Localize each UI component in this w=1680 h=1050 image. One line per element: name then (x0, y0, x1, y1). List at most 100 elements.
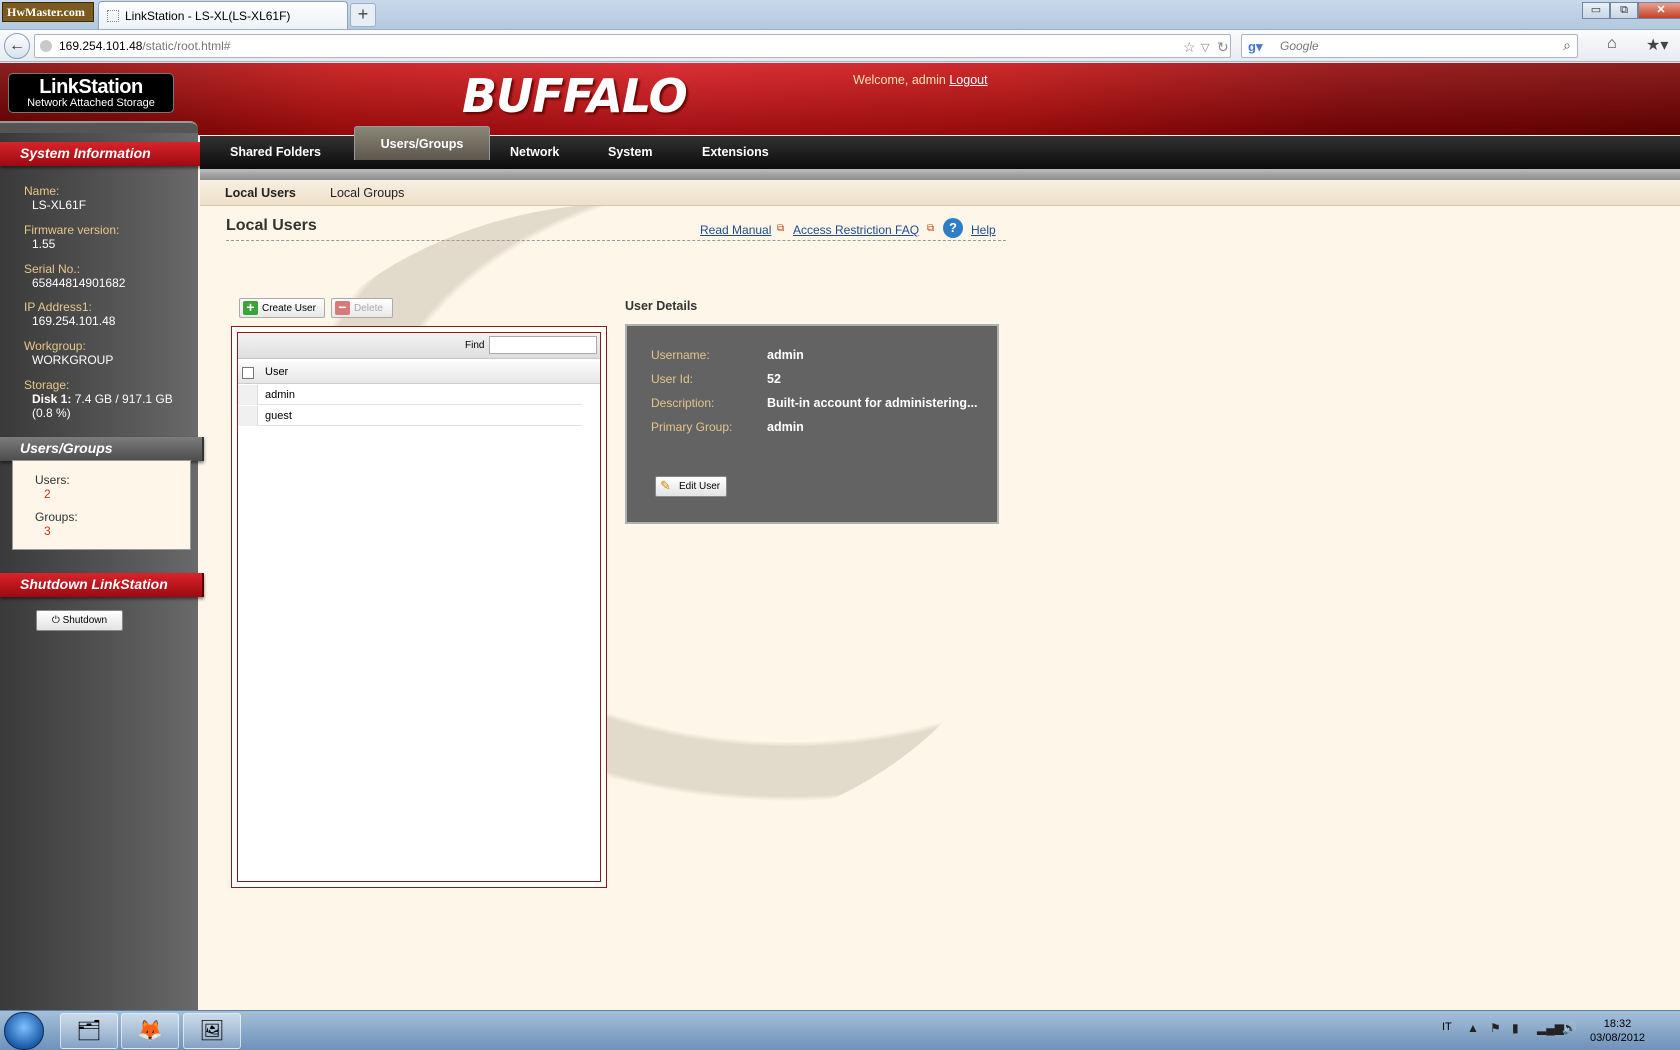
system-information-heading: System Information (0, 142, 204, 166)
table-row[interactable]: guest (238, 406, 582, 426)
users-grid-frame: Find User admin guest (231, 326, 607, 888)
hwmaster-badge: HwMaster.com (2, 2, 94, 22)
edit-user-button[interactable]: ✎ Edit User (655, 476, 727, 497)
delete-label: Delete (354, 303, 383, 314)
new-tab-button[interactable]: + (350, 3, 376, 27)
power-icon: ⏻ (51, 615, 60, 626)
screenshot-app-icon[interactable]: 🖼 (183, 1013, 241, 1049)
users-count: 2 (44, 487, 51, 501)
close-window-button[interactable]: ✕ (1638, 2, 1680, 19)
column-header-user[interactable]: User (265, 366, 288, 378)
groups-label: Groups: (35, 510, 78, 524)
users-grid: Find User admin guest (237, 332, 601, 882)
search-placeholder: Google (1280, 39, 1319, 53)
clock[interactable]: 18:32 03/08/2012 (1590, 1017, 1645, 1045)
tab-system[interactable]: System (608, 145, 652, 159)
storage-label: Storage: (24, 378, 70, 392)
users-label: Users: (35, 473, 70, 487)
description-label: Description: (651, 396, 715, 410)
clock-time: 18:32 (1603, 1018, 1632, 1030)
url-host: 169.254.101.48 (59, 39, 143, 53)
page-title: Local Users (226, 217, 317, 234)
logout-link[interactable]: Logout (949, 73, 987, 87)
primary-group-value: admin (767, 420, 804, 434)
help-icon[interactable]: ? (943, 218, 963, 238)
tab-users-groups[interactable]: Users/Groups (354, 126, 490, 160)
users-groups-heading: Users/Groups (0, 437, 204, 461)
find-label: Find (465, 340, 485, 351)
history-dropdown-icon[interactable]: ▽ (1201, 41, 1209, 54)
navigation-bar: ← 169.254.101.48/static/root.html# ☆ ▽ ↻… (0, 30, 1680, 62)
bookmarks-menu-icon[interactable]: ★▾ (1646, 35, 1668, 55)
buffalo-logo: BUFFALO (462, 69, 688, 123)
minus-icon: − (335, 300, 350, 315)
firefox-icon[interactable]: 🦊 (121, 1013, 179, 1049)
google-icon[interactable]: g▾ (1248, 39, 1262, 55)
name-value: LS-XL61F (32, 198, 87, 212)
select-all-checkbox[interactable] (242, 367, 254, 379)
volume-icon[interactable]: 🔊 (1562, 1021, 1577, 1035)
user-id-value: 52 (767, 372, 781, 386)
address-bar[interactable]: 169.254.101.48/static/root.html# ☆ ▽ ↻ (34, 34, 1231, 58)
show-hidden-icons[interactable]: ▲ (1467, 1021, 1479, 1035)
external-link-icon: ⧉ (777, 223, 785, 234)
minimize-button[interactable]: ▭ (1582, 2, 1610, 19)
tab-shared-folders[interactable]: Shared Folders (230, 145, 321, 159)
restore-button[interactable]: ⧉ (1610, 2, 1638, 19)
subtab-local-users[interactable]: Local Users (225, 186, 296, 200)
description-value: Built-in account for administering... (767, 396, 978, 410)
home-icon[interactable]: ⌂ (1607, 35, 1617, 53)
shutdown-heading: Shutdown LinkStation (0, 573, 204, 597)
external-link-icon: ⧉ (927, 223, 935, 234)
back-button[interactable]: ← (4, 33, 30, 59)
reload-icon[interactable]: ↻ (1217, 39, 1229, 56)
sidebar-top-edge (0, 121, 198, 133)
flag-icon[interactable]: ⚑ (1490, 1021, 1501, 1035)
logo-title: LinkStation (39, 76, 143, 98)
sub-tab-bar: Local Users Local Groups (200, 180, 1680, 206)
subtab-local-groups[interactable]: Local Groups (330, 186, 404, 200)
tab-extensions[interactable]: Extensions (702, 145, 769, 159)
groups-count: 3 (44, 524, 51, 538)
disk-label: Disk 1: (32, 392, 72, 406)
linkstation-logo: LinkStation Network Attached Storage (8, 73, 174, 113)
find-bar: Find (238, 333, 600, 359)
file-explorer-icon[interactable]: 🗂 (60, 1013, 118, 1049)
firmware-value: 1.55 (32, 237, 56, 251)
create-user-label: Create User (262, 303, 316, 314)
create-user-button[interactable]: + Create User (239, 298, 325, 318)
username-value: admin (767, 348, 804, 362)
title-divider (226, 240, 1006, 241)
start-button[interactable] (4, 1012, 44, 1050)
plus-icon: + (243, 300, 258, 315)
access-restriction-faq-link[interactable]: Access Restriction FAQ (793, 223, 919, 237)
language-indicator[interactable]: IT (1442, 1021, 1452, 1033)
user-cell: admin (265, 389, 295, 401)
tab-title: LinkStation - LS-XL(LS-XL61F) (125, 9, 291, 23)
search-bar[interactable]: g▾ Google ⌕ (1241, 34, 1578, 58)
browser-tab[interactable]: LinkStation - LS-XL(LS-XL61F) (98, 1, 348, 29)
bookmark-star-icon[interactable]: ☆ (1183, 39, 1196, 56)
menu-strip (200, 169, 1680, 180)
find-input[interactable] (489, 336, 597, 354)
tab-network[interactable]: Network (510, 145, 559, 159)
shutdown-button[interactable]: ⏻ Shutdown (36, 610, 123, 631)
users-groups-panel: Users: 2 Groups: 3 (12, 460, 191, 550)
serial-value: 65844814901682 (32, 276, 126, 290)
edit-user-label: Edit User (679, 481, 721, 492)
user-cell: guest (265, 410, 292, 422)
search-icon[interactable]: ⌕ (1563, 37, 1571, 54)
battery-icon[interactable]: ▮ (1512, 1021, 1519, 1035)
site-identity-icon[interactable] (40, 40, 52, 52)
read-manual-link[interactable]: Read Manual (700, 223, 771, 237)
delete-button[interactable]: − Delete (331, 298, 393, 318)
page-icon (107, 10, 119, 22)
network-icon[interactable]: ▂▄▆ (1537, 1021, 1564, 1035)
help-link[interactable]: Help (971, 223, 996, 237)
user-details-panel: Username: admin User Id: 52 Description:… (625, 324, 999, 524)
user-details-title: User Details (625, 299, 698, 313)
browser-title-bar: HwMaster.com LinkStation - LS-XL(LS-XL61… (0, 0, 1680, 30)
ip-address-value: 169.254.101.48 (32, 314, 116, 328)
table-row[interactable]: admin (238, 385, 582, 405)
back-arrow-icon: ← (9, 37, 25, 54)
